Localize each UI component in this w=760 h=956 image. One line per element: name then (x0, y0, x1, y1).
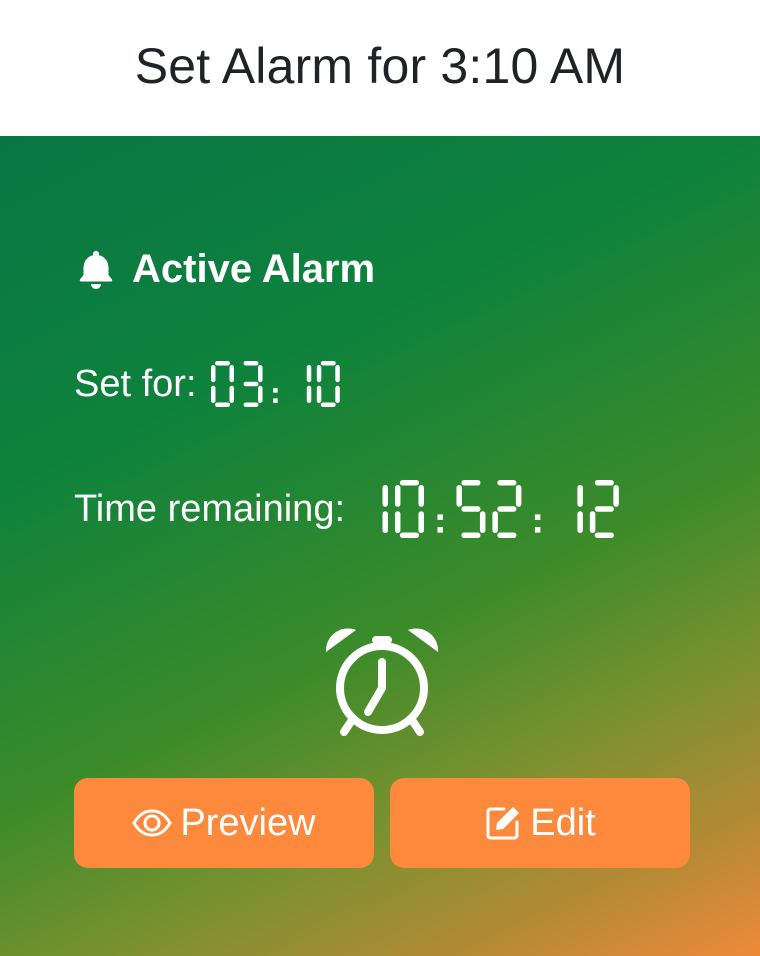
preview-button[interactable]: Preview (74, 778, 374, 868)
time-remaining-row: Time remaining: 10:52:12 (74, 476, 626, 542)
page-header: Set Alarm for 3:10 AM (0, 0, 760, 136)
digit-colon (272, 388, 278, 403)
digit-colon (534, 514, 541, 533)
seven-segment-display: 03:10 (210, 361, 340, 407)
edit-button[interactable]: Edit (390, 778, 690, 868)
page-title: Set Alarm for 3:10 AM (134, 38, 626, 94)
digit-2 (492, 480, 522, 538)
edit-label: Edit (530, 801, 596, 844)
digit-5 (456, 480, 486, 538)
alarm-panel: Active Alarm Set for: 03:10 Time remaini… (0, 136, 760, 956)
digit-0 (394, 480, 424, 538)
edit-icon (486, 807, 520, 840)
set-for-row: Set for: 03:10 (74, 356, 345, 412)
time-remaining-label: Time remaining: (74, 487, 346, 530)
time-remaining-value: 10:52:12 (359, 480, 626, 538)
set-for-label: Set for: (74, 362, 197, 405)
seven-segment-display: 10:52:12 (382, 480, 619, 538)
digit-colon (437, 514, 443, 533)
digit-0 (316, 361, 340, 407)
preview-label: Preview (180, 801, 316, 844)
active-alarm-heading: Active Alarm (74, 246, 375, 292)
set-for-time: 03:10 (210, 361, 345, 407)
digit-3 (243, 361, 263, 407)
digit-0 (210, 361, 234, 407)
bell-icon (79, 251, 113, 289)
active-alarm-title: Active Alarm (132, 246, 376, 291)
digit-2 (589, 480, 619, 538)
alarm-clock-icon (325, 628, 439, 736)
eye-icon (132, 809, 173, 837)
